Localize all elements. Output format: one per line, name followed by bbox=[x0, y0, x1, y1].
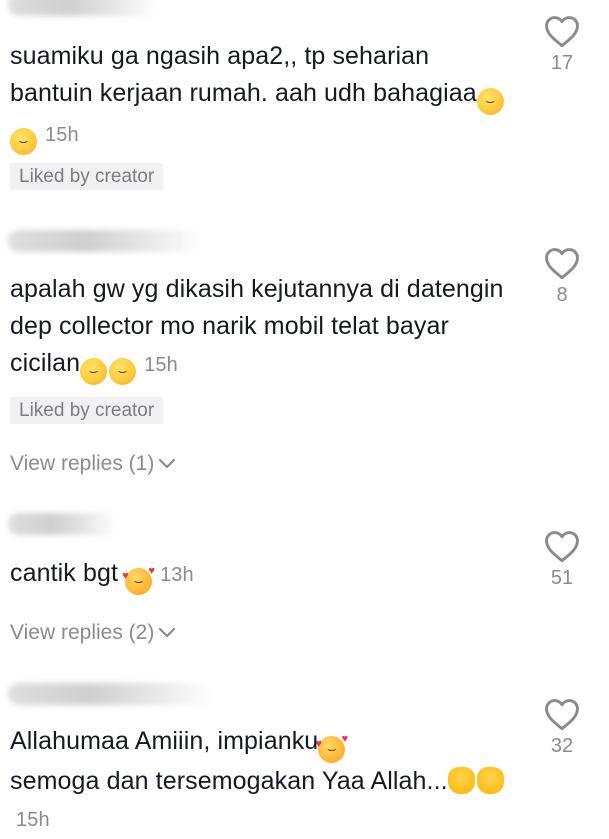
comment-timestamp: 15h bbox=[45, 124, 79, 146]
comment-timestamp: 15h bbox=[16, 809, 50, 831]
like-button[interactable]: 8 bbox=[540, 246, 584, 307]
like-count: 17 bbox=[550, 52, 574, 74]
like-button[interactable]: 17 bbox=[540, 14, 584, 75]
comment-text: cantik bgt ⌣ ♥ ♥ 13h bbox=[10, 555, 515, 595]
comment-text: suamiku ga ngasih apa2,, tp seharian ban… bbox=[10, 38, 515, 155]
username-blurred[interactable] bbox=[8, 683, 213, 705]
comment-text: Allahumaa Amiiin, impianku ⌣ ♥ ♥ semoga dan… bbox=[10, 723, 515, 839]
liked-by-creator-badge: Liked by creator bbox=[10, 163, 164, 190]
heart-icon bbox=[545, 699, 579, 731]
heart-icon bbox=[545, 248, 579, 280]
liked-by-creator-badge: Liked by creator bbox=[10, 397, 164, 424]
view-replies-button[interactable]: View replies (1) bbox=[10, 452, 176, 476]
chevron-down-icon bbox=[159, 458, 176, 469]
grinning-sweat-emoji: ⌣ bbox=[476, 88, 504, 115]
like-count: 8 bbox=[556, 284, 568, 306]
like-count: 51 bbox=[550, 567, 574, 589]
raised-hands-emoji bbox=[447, 767, 475, 794]
chevron-down-icon bbox=[159, 627, 176, 638]
smiling-face-hearts-emoji: ⌣ ♥ ♥ bbox=[315, 734, 348, 763]
comment-text: apalah gw yg dikasih kejutannya di daten… bbox=[10, 271, 515, 385]
comment-timestamp: 13h bbox=[160, 564, 194, 586]
comment-timestamp: 15h bbox=[144, 354, 178, 376]
like-button[interactable]: 32 bbox=[540, 697, 584, 758]
relieved-face-emoji: ⌣ bbox=[109, 358, 137, 385]
like-count: 32 bbox=[550, 735, 574, 757]
like-button[interactable]: 51 bbox=[540, 529, 584, 590]
username-blurred[interactable] bbox=[8, 0, 158, 16]
view-replies-button[interactable]: View replies (2) bbox=[10, 621, 176, 645]
raised-hands-emoji bbox=[476, 767, 504, 794]
smiling-face-hearts-emoji: ⌣ ♥ ♥ bbox=[122, 566, 155, 595]
grinning-sweat-emoji: ⌣ bbox=[10, 128, 37, 155]
username-blurred[interactable] bbox=[8, 513, 118, 535]
username-blurred[interactable] bbox=[8, 230, 203, 252]
heart-icon bbox=[545, 531, 579, 563]
heart-icon bbox=[545, 16, 579, 48]
relieved-face-emoji: ⌣ bbox=[80, 358, 108, 385]
